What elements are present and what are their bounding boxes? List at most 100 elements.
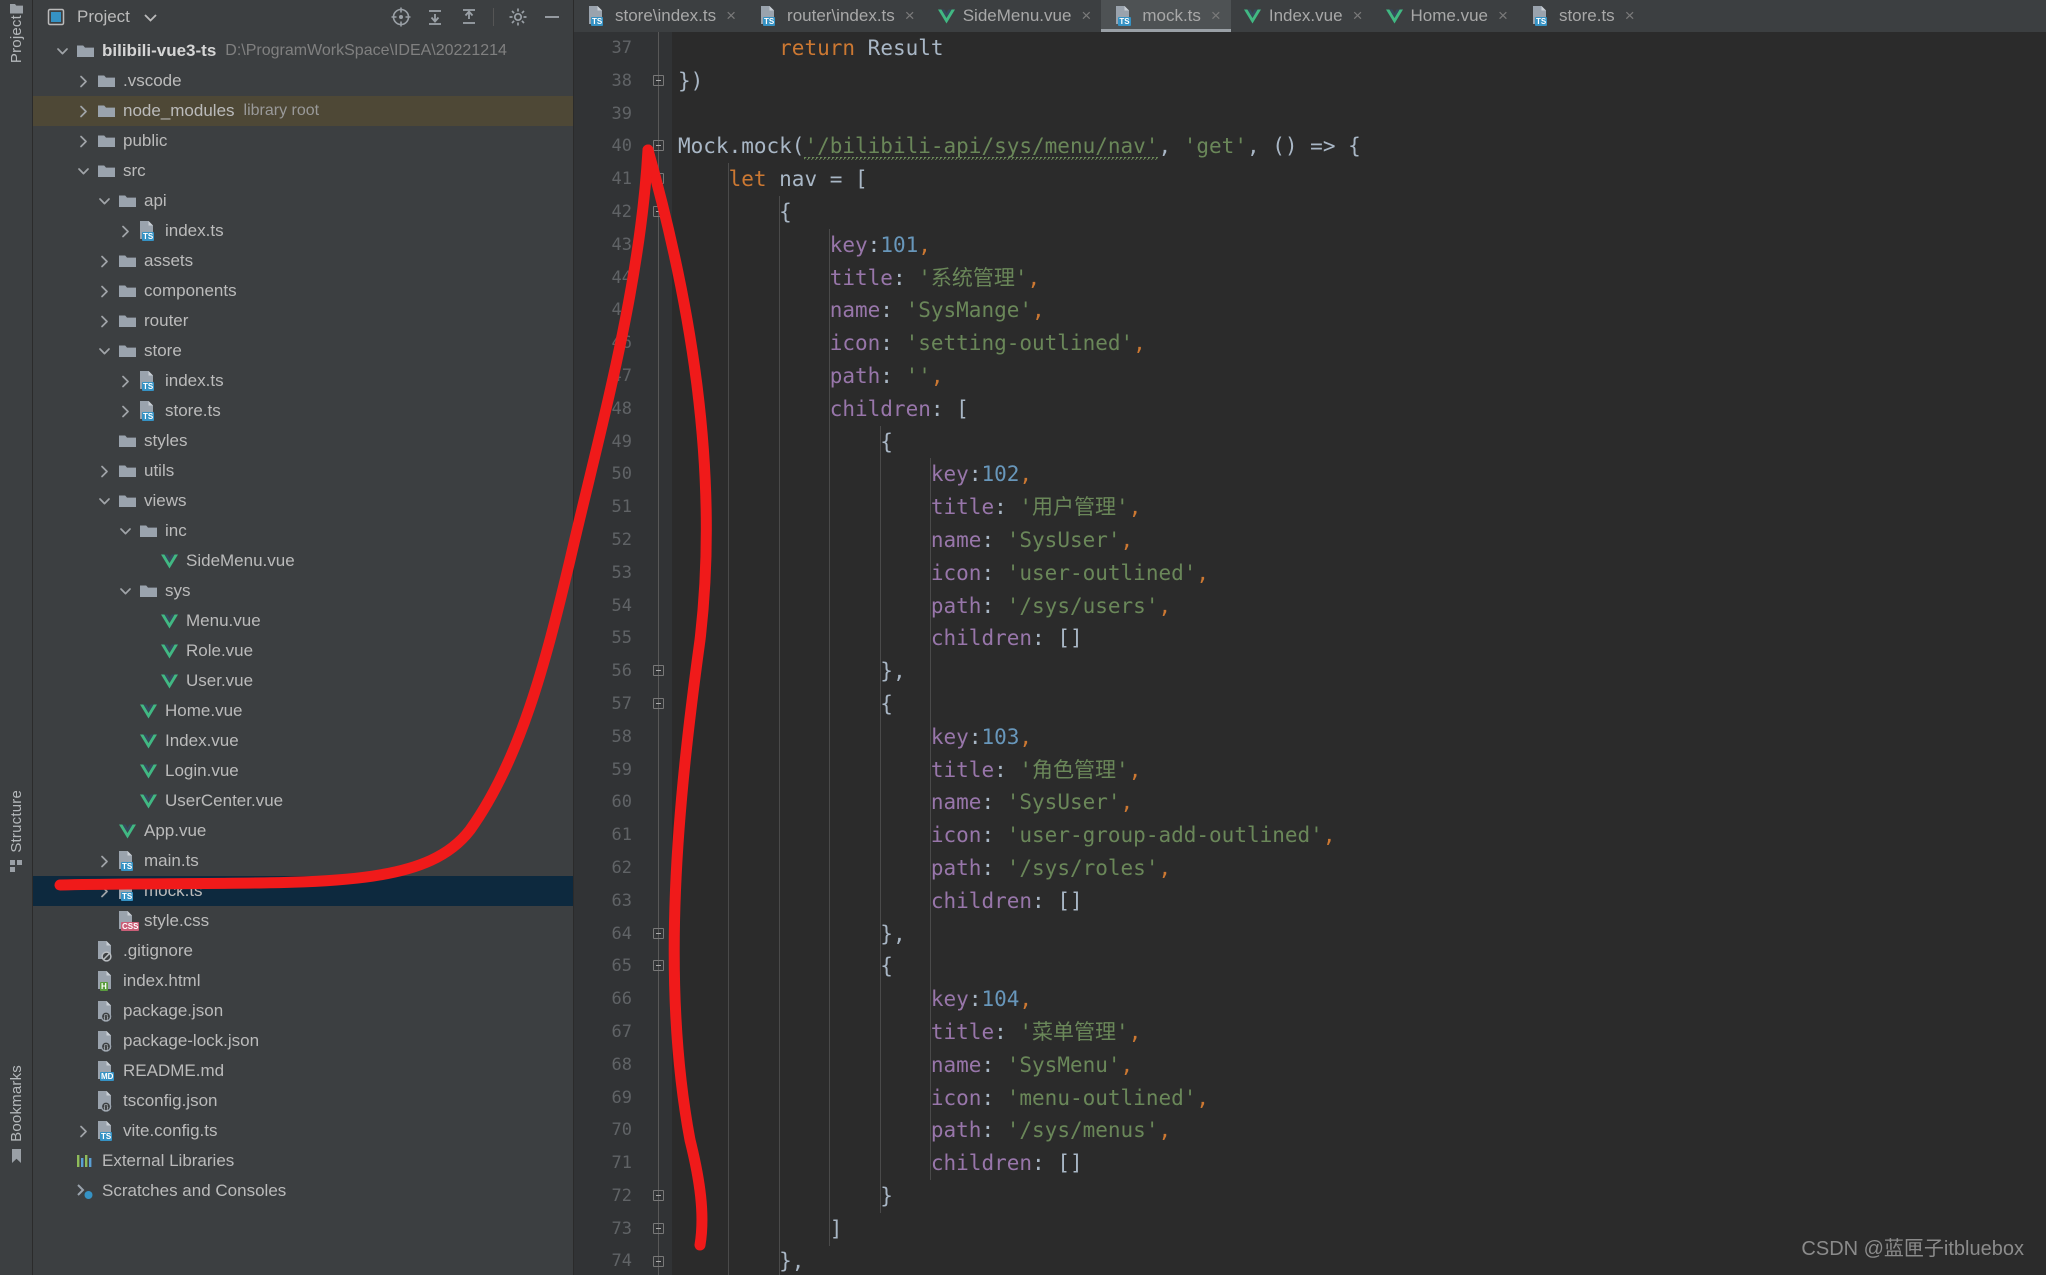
fold-toggle-icon[interactable] (653, 928, 664, 939)
collapse-all-icon[interactable] (456, 4, 482, 30)
chevron-down-icon[interactable] (93, 195, 115, 208)
tree-item-store-ts[interactable]: TSstore.ts (33, 396, 573, 426)
tree-item-index-ts[interactable]: TSindex.ts (33, 366, 573, 396)
tree-item-index-vue[interactable]: Index.vue (33, 726, 573, 756)
chevron-right-icon[interactable] (93, 855, 115, 868)
tree-item-style-css[interactable]: CSSstyle.css (33, 906, 573, 936)
tree-item-components[interactable]: components (33, 276, 573, 306)
tree-item-role-vue[interactable]: Role.vue (33, 636, 573, 666)
chevron-down-icon[interactable] (72, 165, 94, 178)
chevron-right-icon[interactable] (72, 135, 94, 148)
tree-item-vite-config-ts[interactable]: TSvite.config.ts (33, 1116, 573, 1146)
tree-item-sys[interactable]: sys (33, 576, 573, 606)
fold-toggle-icon[interactable] (653, 206, 664, 217)
tree-item-api[interactable]: api (33, 186, 573, 216)
tree-item-index-ts[interactable]: TSindex.ts (33, 216, 573, 246)
code-viewport[interactable]: 3738394041424344454647484950515253545556… (574, 32, 2046, 1275)
close-icon[interactable]: × (1625, 6, 1635, 26)
tree-item-sidemenu-vue[interactable]: SideMenu.vue (33, 546, 573, 576)
chevron-down-icon[interactable] (138, 4, 164, 30)
editor-tab-store-ts[interactable]: TSstore.ts× (1518, 0, 1645, 32)
close-icon[interactable]: × (1081, 6, 1091, 26)
chevron-right-icon[interactable] (93, 315, 115, 328)
ts-file-icon: TS (94, 1120, 118, 1142)
tree-item-main-ts[interactable]: TSmain.ts (33, 846, 573, 876)
editor-tab-home-vue[interactable]: Home.vue× (1373, 0, 1518, 32)
tree-item-home-vue[interactable]: Home.vue (33, 696, 573, 726)
editor-tab-bar[interactable]: TSstore\index.ts×TSrouter\index.ts×SideM… (574, 0, 2046, 32)
editor-tab-store-index-ts[interactable]: TSstore\index.ts× (574, 0, 746, 32)
fold-toggle-icon[interactable] (653, 140, 664, 151)
chevron-right-icon[interactable] (93, 285, 115, 298)
expand-all-icon[interactable] (422, 4, 448, 30)
project-file-tree[interactable]: bilibili-vue3-tsD:\ProgramWorkSpace\IDEA… (33, 34, 573, 1275)
close-icon[interactable]: × (726, 6, 736, 26)
tree-item-readme-md[interactable]: MDREADME.md (33, 1056, 573, 1086)
chevron-right-icon[interactable] (114, 375, 136, 388)
tool-tab-project[interactable]: Project (0, 2, 32, 69)
tree-item-router[interactable]: router (33, 306, 573, 336)
close-icon[interactable]: × (1353, 6, 1363, 26)
chevron-right-icon[interactable] (114, 405, 136, 418)
fold-toggle-icon[interactable] (653, 1256, 664, 1267)
chevron-right-icon[interactable] (72, 75, 94, 88)
tree-item-public[interactable]: public (33, 126, 573, 156)
tree-item-login-vue[interactable]: Login.vue (33, 756, 573, 786)
chevron-right-icon[interactable] (72, 1125, 94, 1138)
chevron-down-icon[interactable] (93, 495, 115, 508)
tree-item-styles[interactable]: styles (33, 426, 573, 456)
tree-item-usercenter-vue[interactable]: UserCenter.vue (33, 786, 573, 816)
chevron-right-icon[interactable] (93, 255, 115, 268)
fold-toggle-icon[interactable] (653, 1223, 664, 1234)
gear-icon[interactable] (505, 4, 531, 30)
tree-item-app-vue[interactable]: App.vue (33, 816, 573, 846)
tree-item-utils[interactable]: utils (33, 456, 573, 486)
tree-item-store[interactable]: store (33, 336, 573, 366)
editor-tab-router-index-ts[interactable]: TSrouter\index.ts× (746, 0, 925, 32)
tree-item-node-modules[interactable]: node_moduleslibrary root (33, 96, 573, 126)
locate-icon[interactable] (388, 4, 414, 30)
tree-item-external-libraries[interactable]: External Libraries (33, 1146, 573, 1176)
chevron-down-icon[interactable] (51, 45, 73, 58)
fold-toggle-icon[interactable] (653, 698, 664, 709)
chevron-right-icon[interactable] (93, 465, 115, 478)
close-icon[interactable]: × (1498, 6, 1508, 26)
tree-item-label: Home.vue (165, 701, 242, 721)
tree-item-package-lock-json[interactable]: {}package-lock.json (33, 1026, 573, 1056)
fold-toggle-icon[interactable] (653, 75, 664, 86)
chevron-right-icon[interactable] (114, 225, 136, 238)
chevron-right-icon[interactable] (93, 885, 115, 898)
editor-tab-index-vue[interactable]: Index.vue× (1231, 0, 1373, 32)
tree-item-views[interactable]: views (33, 486, 573, 516)
tree-item-assets[interactable]: assets (33, 246, 573, 276)
chevron-down-icon[interactable] (93, 345, 115, 358)
tree-item-inc[interactable]: inc (33, 516, 573, 546)
fold-toggle-icon[interactable] (653, 173, 664, 184)
chevron-down-icon[interactable] (114, 525, 136, 538)
tree-item-bilibili-vue3-ts[interactable]: bilibili-vue3-tsD:\ProgramWorkSpace\IDEA… (33, 36, 573, 66)
tool-tab-bookmarks[interactable]: Bookmarks (0, 1065, 32, 1164)
chevron-right-icon[interactable] (72, 105, 94, 118)
code-text[interactable]: return Result})Mock.mock('/bilibili-api/… (672, 32, 2046, 1275)
code-folding-bar[interactable] (644, 32, 672, 1275)
tree-item-src[interactable]: src (33, 156, 573, 186)
tree-item-index-html[interactable]: Hindex.html (33, 966, 573, 996)
minimize-icon[interactable] (539, 4, 565, 30)
tree-item--vscode[interactable]: .vscode (33, 66, 573, 96)
tree-item-mock-ts[interactable]: TSmock.ts (33, 876, 573, 906)
tree-item-user-vue[interactable]: User.vue (33, 666, 573, 696)
tree-item-package-json[interactable]: {}package.json (33, 996, 573, 1026)
close-icon[interactable]: × (1211, 6, 1221, 26)
fold-toggle-icon[interactable] (653, 960, 664, 971)
tree-item-scratches-and-consoles[interactable]: Scratches and Consoles (33, 1176, 573, 1206)
close-icon[interactable]: × (905, 6, 915, 26)
editor-tab-sidemenu-vue[interactable]: SideMenu.vue× (925, 0, 1102, 32)
tree-item--gitignore[interactable]: .gitignore (33, 936, 573, 966)
editor-tab-mock-ts[interactable]: TSmock.ts× (1101, 0, 1231, 32)
chevron-down-icon[interactable] (114, 585, 136, 598)
fold-toggle-icon[interactable] (653, 665, 664, 676)
tree-item-menu-vue[interactable]: Menu.vue (33, 606, 573, 636)
tool-tab-structure[interactable]: Structure (0, 790, 32, 873)
fold-toggle-icon[interactable] (653, 1190, 664, 1201)
tree-item-tsconfig-json[interactable]: {}tsconfig.json (33, 1086, 573, 1116)
